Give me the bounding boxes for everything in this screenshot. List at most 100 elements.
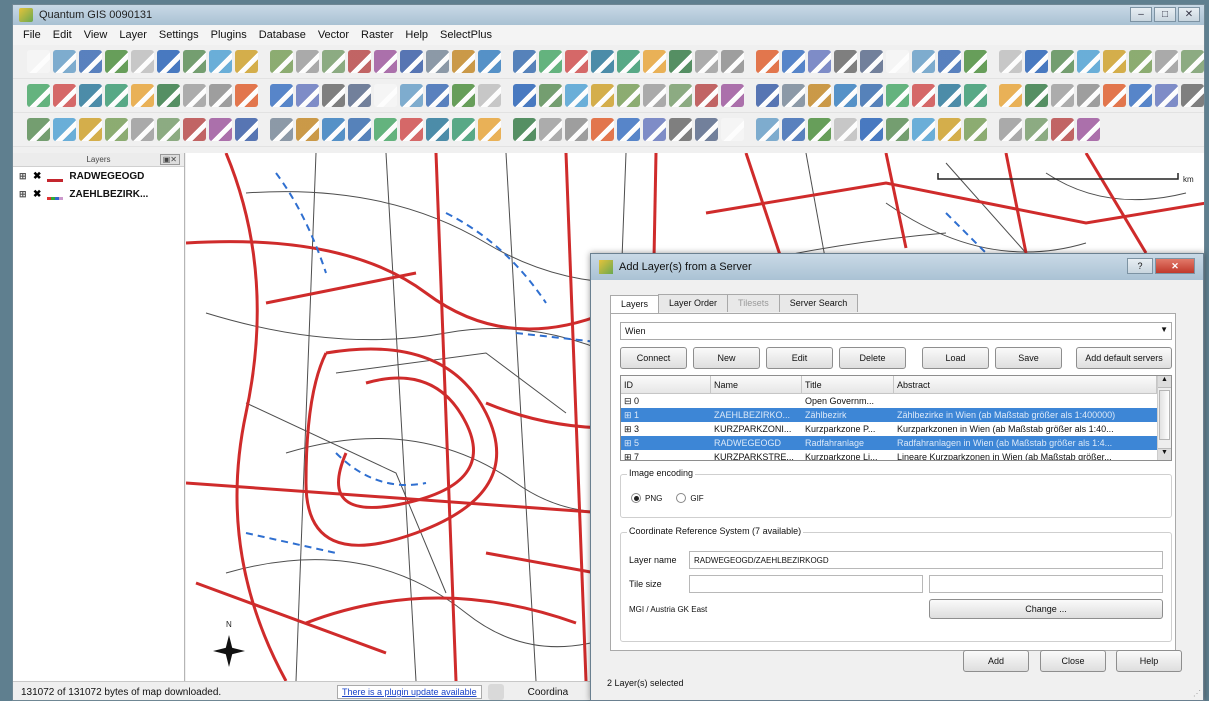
toolbar-tool-icon[interactable] (105, 118, 128, 141)
toolbar-tool-icon[interactable] (374, 84, 397, 107)
toolbar-tool-icon[interactable] (1155, 50, 1178, 73)
toolbar-tool-icon[interactable] (834, 50, 857, 73)
toolbar-tool-icon[interactable] (1181, 84, 1204, 107)
toolbar-tool-icon[interactable] (105, 84, 128, 107)
toolbar-tool-icon[interactable] (157, 84, 180, 107)
column-header-title[interactable]: Title (802, 376, 894, 393)
toolbar-tool-icon[interactable] (999, 50, 1022, 73)
server-layers-table[interactable]: ID Name Title Abstract ⊟ 0 Open Governm..… (620, 375, 1172, 461)
toolbar-tool-icon[interactable] (157, 118, 180, 141)
tab-layers[interactable]: Layers (610, 295, 660, 313)
toolbar-tool-icon[interactable] (999, 118, 1022, 141)
toolbar-tool-icon[interactable] (1103, 84, 1126, 107)
toolbar-tool-icon[interactable] (1025, 84, 1048, 107)
radio-gif-dot[interactable] (676, 493, 687, 503)
toolbar-tool-icon[interactable] (938, 84, 961, 107)
menu-view[interactable]: View (84, 29, 108, 41)
toolbar-tool-icon[interactable] (1051, 84, 1074, 107)
layer-item-radwegeogd[interactable]: ⊞ ✖ RADWEGEOGD (13, 167, 184, 185)
table-row[interactable]: ⊞ 3 KURZPARKZONI... Kurzparkzone P... Kurzp… (621, 422, 1171, 436)
layer-visibility-checkbox[interactable]: ✖ (33, 189, 41, 200)
load-button[interactable]: Load (922, 347, 989, 369)
toolbar-tool-icon[interactable] (348, 84, 371, 107)
layer-visibility-checkbox[interactable]: ✖ (33, 171, 41, 182)
toolbar-tool-icon[interactable] (1077, 84, 1100, 107)
toolbar-tool-icon[interactable] (426, 84, 449, 107)
panel-float-close-button[interactable]: ▣✕ (159, 154, 180, 165)
toolbar-tool-icon[interactable] (27, 84, 50, 107)
tile-height-input[interactable] (929, 575, 1163, 593)
toolbar-tool-icon[interactable] (912, 84, 935, 107)
toolbar-tool-icon[interactable] (834, 84, 857, 107)
toolbar-tool-icon[interactable] (539, 118, 562, 141)
toolbar-tool-icon[interactable] (53, 50, 76, 73)
add-button[interactable]: Add (963, 650, 1029, 672)
toolbar-tool-icon[interactable] (886, 84, 909, 107)
toolbar-tool-icon[interactable] (157, 50, 180, 73)
toolbar-tool-icon[interactable] (53, 118, 76, 141)
toolbar-tool-icon[interactable] (1077, 118, 1100, 141)
toolbar-tool-icon[interactable] (591, 84, 614, 107)
toolbar-tool-icon[interactable] (1051, 50, 1074, 73)
toolbar-tool-icon[interactable] (270, 118, 293, 141)
column-header-id[interactable]: ID (621, 376, 711, 393)
toolbar-tool-icon[interactable] (643, 50, 666, 73)
save-button[interactable]: Save (995, 347, 1062, 369)
toolbar-tool-icon[interactable] (513, 84, 536, 107)
tab-layer-order[interactable]: Layer Order (658, 294, 729, 312)
toolbar-tool-icon[interactable] (478, 118, 501, 141)
toolbar-tool-icon[interactable] (964, 84, 987, 107)
toolbar-tool-icon[interactable] (235, 118, 258, 141)
toolbar-tool-icon[interactable] (999, 84, 1022, 107)
toolbar-tool-icon[interactable] (964, 50, 987, 73)
toolbar-tool-icon[interactable] (721, 50, 744, 73)
toolbar-tool-icon[interactable] (322, 84, 345, 107)
toolbar-tool-icon[interactable] (669, 84, 692, 107)
toolbar-tool-icon[interactable] (322, 118, 345, 141)
edit-button[interactable]: Edit (766, 347, 833, 369)
menu-selectplus[interactable]: SelectPlus (440, 29, 492, 41)
toolbar-tool-icon[interactable] (131, 84, 154, 107)
toolbar-tool-icon[interactable] (270, 50, 293, 73)
layer-name-input[interactable]: RADWEGEOGD/ZAEHLBEZIRKOGD (689, 551, 1163, 569)
toolbar-tool-icon[interactable] (235, 50, 258, 73)
toolbar-tool-icon[interactable] (296, 84, 319, 107)
toolbar-tool-icon[interactable] (886, 50, 909, 73)
change-crs-button[interactable]: Change ... (929, 599, 1163, 619)
toolbar-tool-icon[interactable] (79, 50, 102, 73)
toolbar-tool-icon[interactable] (912, 118, 935, 141)
toolbar-tool-icon[interactable] (27, 118, 50, 141)
delete-button[interactable]: Delete (839, 347, 906, 369)
resize-grip-icon[interactable]: ⋰ (1193, 689, 1201, 698)
scroll-up-icon[interactable]: ▲ (1158, 376, 1171, 388)
menu-settings[interactable]: Settings (159, 29, 199, 41)
toolbar-tool-icon[interactable] (1025, 118, 1048, 141)
toolbar-tool-icon[interactable] (513, 50, 536, 73)
toolbar-tool-icon[interactable] (782, 84, 805, 107)
table-row[interactable]: ⊞ 7 KURZPARKSTRE... Kurzparkzone Li... Line… (621, 450, 1171, 461)
toolbar-tool-icon[interactable] (782, 118, 805, 141)
column-header-abstract[interactable]: Abstract (894, 376, 1157, 393)
menu-database[interactable]: Database (259, 29, 306, 41)
toolbar-tool-icon[interactable] (695, 50, 718, 73)
toolbar-tool-icon[interactable] (756, 84, 779, 107)
server-connection-select[interactable]: Wien ▼ (620, 322, 1172, 340)
toolbar-tool-icon[interactable] (452, 84, 475, 107)
toolbar-tool-icon[interactable] (808, 84, 831, 107)
toolbar-tool-icon[interactable] (131, 50, 154, 73)
toolbar-tool-icon[interactable] (452, 50, 475, 73)
toolbar-tool-icon[interactable] (834, 118, 857, 141)
toolbar-tool-icon[interactable] (669, 118, 692, 141)
toolbar-tool-icon[interactable] (938, 50, 961, 73)
toolbar-tool-icon[interactable] (348, 50, 371, 73)
menu-edit[interactable]: Edit (53, 29, 72, 41)
toolbar-tool-icon[interactable] (808, 118, 831, 141)
close-button[interactable]: Close (1040, 650, 1106, 672)
radio-png-dot[interactable] (631, 493, 641, 503)
toolbar-tool-icon[interactable] (617, 84, 640, 107)
toolbar-tool-icon[interactable] (756, 50, 779, 73)
toolbar-tool-icon[interactable] (79, 84, 102, 107)
toolbar-tool-icon[interactable] (1025, 50, 1048, 73)
toolbar-tool-icon[interactable] (452, 118, 475, 141)
layer-item-zaehlbezirk[interactable]: ⊞ ✖ ZAEHLBEZIRK... (13, 185, 184, 203)
